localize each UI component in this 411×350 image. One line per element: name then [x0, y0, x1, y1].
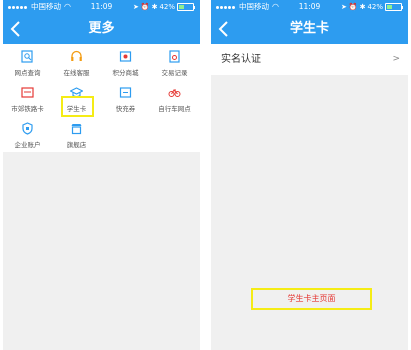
grid-item-quick-charge-coupon[interactable]: 快充券	[101, 82, 150, 118]
battery-percent: 42%	[367, 3, 383, 11]
headset-icon	[71, 50, 82, 61]
real-name-auth-row[interactable]: 实名认证 >	[211, 44, 408, 75]
battery-icon	[177, 3, 194, 11]
real-name-auth-label: 实名认证	[221, 54, 261, 65]
grid-item-online-service[interactable]: 在线客服	[52, 46, 101, 82]
student-card-screen: 中国移动 ◠ 11:09 ➤ ⏰ ✱ 42% 学生卡 实名认证 > 学生卡主页面	[211, 0, 408, 350]
battery-icon	[385, 3, 402, 11]
battery-percent: 42%	[159, 3, 175, 11]
transaction-record-icon	[169, 50, 180, 63]
grid-item-transaction-record[interactable]: 交易记录	[150, 46, 199, 82]
rail-card-icon	[21, 87, 34, 98]
grid-item-rail-card[interactable]: 市郊铁路卡	[3, 82, 52, 118]
student-card-highlight	[61, 96, 94, 117]
page-title: 学生卡	[289, 21, 329, 36]
gift-shop-icon	[119, 51, 132, 62]
store-icon	[71, 124, 82, 135]
page-title: 更多	[88, 21, 115, 36]
grid-item-label: 企业账户	[14, 141, 41, 149]
grid-item-outlet-search[interactable]: 网点查询	[3, 46, 52, 82]
map-search-icon	[21, 50, 33, 63]
grid-item-flagship-store[interactable]: 旗舰店	[52, 118, 101, 154]
alarm-icon: ⏰	[140, 3, 150, 11]
grid-item-label: 市郊铁路卡	[11, 105, 44, 113]
nav-bar: 更多	[3, 14, 200, 44]
student-card-home-label: 学生卡主页面	[251, 288, 372, 310]
service-grid: 网点查询 在线客服 积分商城 交易记录 市郊铁路卡 学生卡 快充券 自行车网点 …	[3, 44, 200, 152]
coupon-icon	[119, 87, 132, 98]
grid-item-bicycle-outlet[interactable]: 自行车网点	[150, 82, 199, 118]
grid-item-points-mall[interactable]: 积分商城	[101, 46, 150, 82]
status-bar: 中国移动 ◠ 11:09 ➤ ⏰ ✱ 42%	[3, 0, 200, 14]
grid-item-label: 旗舰店	[66, 141, 87, 149]
bluetooth-icon: ✱	[359, 3, 366, 11]
header-bar: 中国移动 ◠ 11:09 ➤ ⏰ ✱ 42% 更多	[3, 0, 200, 44]
grid-item-label: 自行车网点	[158, 105, 191, 113]
bluetooth-icon: ✱	[151, 3, 158, 11]
location-icon: ➤	[340, 3, 347, 11]
grid-item-label: 积分商城	[112, 69, 139, 77]
status-bar: 中国移动 ◠ 11:09 ➤ ⏰ ✱ 42%	[211, 0, 408, 14]
nav-bar: 学生卡	[211, 14, 408, 44]
alarm-icon: ⏰	[348, 3, 358, 11]
location-icon: ➤	[132, 3, 139, 11]
shield-account-icon	[22, 122, 33, 135]
bicycle-icon	[168, 89, 181, 97]
more-screen: 中国移动 ◠ 11:09 ➤ ⏰ ✱ 42% 更多 网点查询 在线客服 积分商城…	[3, 0, 200, 350]
grid-item-enterprise-account[interactable]: 企业账户	[3, 118, 52, 154]
grid-item-label: 网点查询	[14, 69, 41, 77]
grid-item-label: 交易记录	[161, 69, 188, 77]
grid-item-label: 在线客服	[63, 69, 90, 77]
header-bar: 中国移动 ◠ 11:09 ➤ ⏰ ✱ 42% 学生卡	[211, 0, 408, 44]
grid-item-label: 快充券	[115, 105, 136, 113]
chevron-right-icon: >	[392, 54, 400, 64]
